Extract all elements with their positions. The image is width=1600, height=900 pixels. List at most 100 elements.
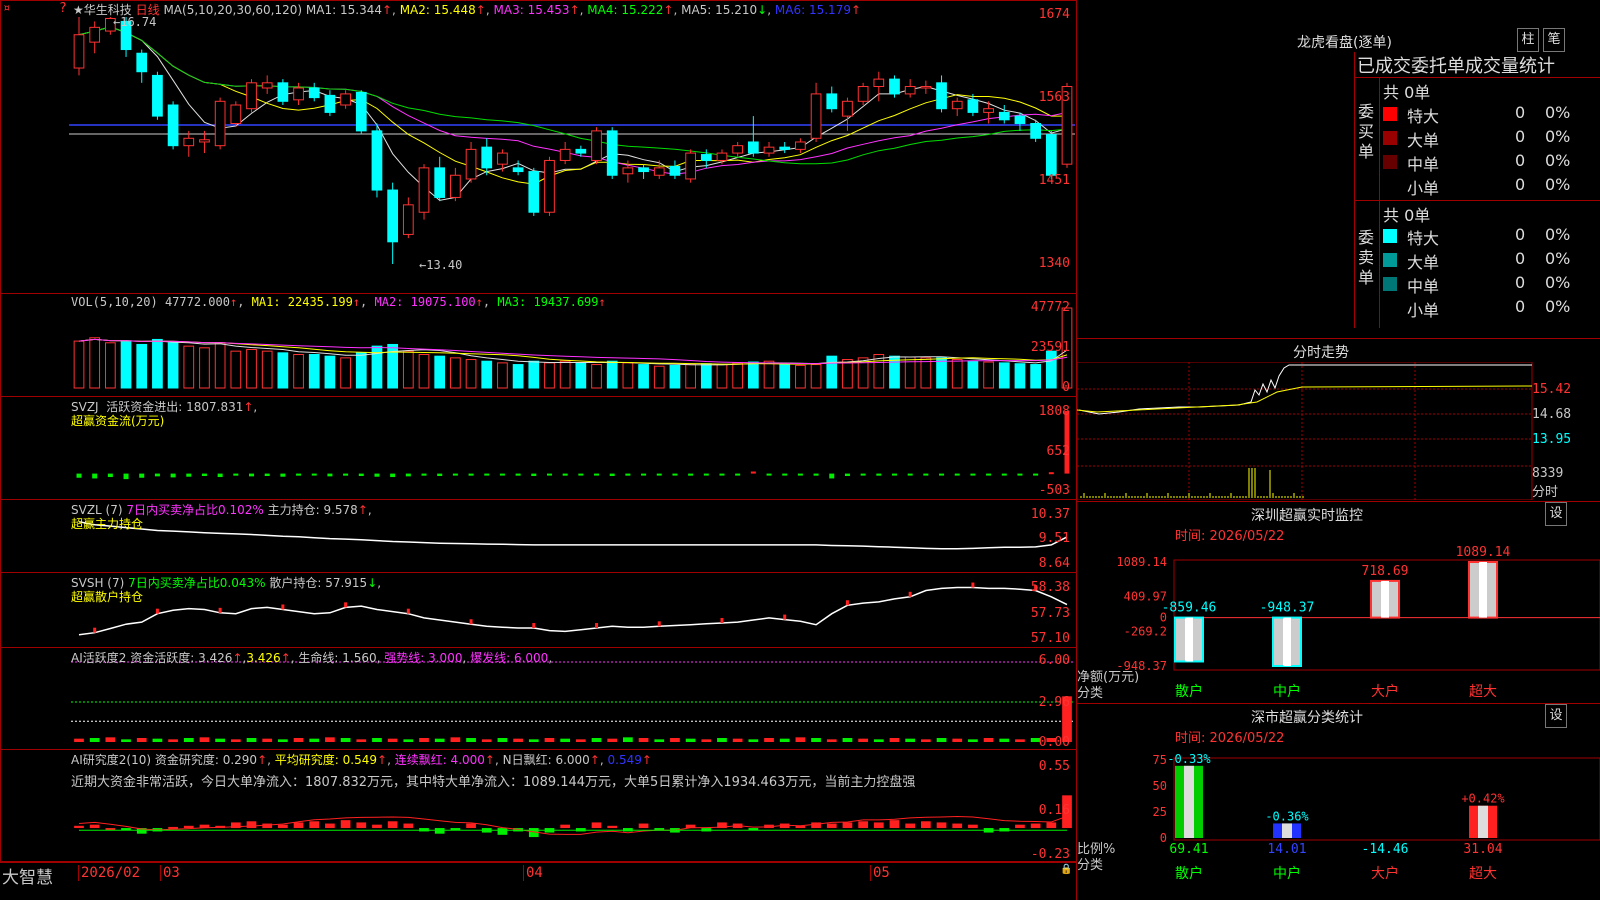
candle-body: [497, 152, 508, 165]
candle-body: [873, 78, 885, 88]
help-icon[interactable]: ?: [59, 1, 67, 16]
order-row[interactable]: 大单 0 0%: [1383, 127, 1600, 150]
svzj-bar: [844, 473, 850, 477]
candle-body: [199, 139, 210, 143]
svzl-panel[interactable]: SVZL (7) 7日内买卖净占比0.102% 主力持仓: 9.578↑, 超赢…: [0, 499, 1077, 573]
activity-bar: [670, 738, 680, 742]
candle-body: [214, 100, 226, 147]
order-percent: 0%: [1545, 273, 1571, 292]
volume-axis-label: 0: [1062, 380, 1070, 395]
activity-bar: [230, 739, 241, 742]
order-row[interactable]: 中单 0 0%: [1383, 273, 1600, 296]
ma5-arrow: ↓: [757, 3, 768, 17]
volume-bar: [810, 364, 822, 389]
candle-body: [842, 100, 853, 117]
right-panel: 龙虎看盘(逐单) 柱 笔 已成交委托单成交量统计 委买单 委卖单 共 0单 共 …: [1077, 0, 1600, 900]
monitor-settings-button[interactable]: 设: [1545, 502, 1567, 526]
research-bar: [1046, 822, 1057, 829]
stats-chart-area: 75 50 25 0 -0.33% 69.41 散户 -0.36% 14.01 中户 -14.46 大…: [1077, 742, 1600, 900]
activity-bar: [575, 739, 586, 742]
order-row[interactable]: 小单 0 0%: [1383, 297, 1600, 320]
svzj-bar: [154, 473, 160, 477]
research-bar: [419, 828, 429, 832]
candlestick-chart[interactable]: [1, 1, 1077, 294]
order-stats-tabs[interactable]: 已成交委托单成交量统计: [1357, 52, 1555, 78]
svsh-marker: [93, 627, 97, 633]
candle-body: [889, 78, 900, 95]
bar-view-button[interactable]: 柱: [1517, 28, 1539, 52]
price-panel[interactable]: ¤ ★华生科技 日线 MA(5,10,20,30,60,120) MA1: 15…: [0, 0, 1077, 294]
order-color-swatch: [1383, 229, 1397, 243]
research-bar: [497, 828, 508, 835]
svzj-bar: [672, 473, 678, 476]
volume-bar: [951, 359, 963, 389]
volume-bar: [308, 354, 320, 389]
monitor-value-label: -859.46: [1162, 601, 1217, 616]
stats-chart[interactable]: 75 50 25 0 -0.33% 69.41 散户 -0.36% 14.01 中户 -14.46 大…: [1077, 742, 1600, 900]
intraday-chart[interactable]: [1077, 362, 1600, 500]
order-percent: 0%: [1545, 225, 1571, 244]
activity-bar: [795, 737, 806, 742]
order-count: 0: [1515, 175, 1526, 194]
volume-panel[interactable]: VOL(5,10,20) 47772.000↑, MA1: 22435.199↑…: [0, 293, 1077, 397]
order-row[interactable]: 小单 0 0%: [1383, 175, 1600, 198]
svzj-bar: [766, 473, 772, 476]
ai-research-note: 近期大资金非常活跃，今日大单净流入：1807.832万元，其中特大单净流入：10…: [71, 775, 916, 790]
ai-activity-panel[interactable]: AI活跃度2 资金活跃度: 3.426↑,3.426↑, 生命线: 1.560,…: [0, 647, 1077, 750]
svzj-bar: [970, 473, 976, 476]
svzj-bar: [468, 473, 474, 476]
intraday-panel[interactable]: 15.42 14.68 13.95 8339 分时: [1077, 362, 1600, 500]
svzj-panel[interactable]: SVZJ 活跃资金进出: 1807.831↑, 超赢资金流(万元) 1808 6…: [0, 396, 1077, 500]
activity-bar: [858, 738, 868, 742]
tick-view-button[interactable]: 笔: [1543, 28, 1565, 52]
candle-body: [983, 108, 994, 113]
research-bar: [999, 828, 1010, 832]
order-row[interactable]: 中单 0 0%: [1383, 151, 1600, 174]
svsh-marker: [720, 617, 724, 623]
volume-bar: [763, 360, 775, 389]
volume-chart[interactable]: [1, 294, 1077, 397]
volume-bar: [795, 364, 806, 389]
volume-bar: [418, 354, 430, 389]
research-bar: [623, 828, 633, 832]
svzj-bar: [594, 473, 600, 476]
ma6: MA6: 15.179: [774, 3, 851, 17]
order-row[interactable]: 大单 0 0%: [1383, 249, 1600, 272]
candle-body: [951, 100, 963, 110]
candle-body: [450, 174, 461, 198]
order-row[interactable]: 特大 0 0%: [1383, 103, 1600, 126]
intraday-axis-label: 15.42: [1532, 382, 1572, 397]
lock-icon[interactable]: 🔒: [1060, 864, 1072, 875]
order-row[interactable]: 特大 0 0%: [1383, 225, 1600, 248]
activity-bar: [403, 739, 414, 742]
svsh-axis-label: 57.73: [1030, 606, 1070, 621]
candle-body: [716, 152, 728, 161]
svzj-bar: [358, 473, 364, 477]
order-count: 0: [1515, 297, 1526, 316]
monitor-chart[interactable]: 1089.14409.970-269.2-948.37-859.46散户-948…: [1077, 540, 1600, 700]
favorite-star-icon[interactable]: ★: [73, 3, 84, 17]
ai1-axis-label: 6.00: [1038, 653, 1070, 668]
volume-bar: [261, 350, 273, 389]
candle-body: [261, 82, 273, 89]
candle-body: [402, 204, 414, 235]
volume-bar: [779, 364, 791, 389]
research-bar: [968, 824, 978, 829]
volume-bar: [199, 347, 210, 389]
stats-settings-button[interactable]: 设: [1545, 704, 1567, 728]
activity-bar: [779, 738, 790, 742]
activity-bar: [105, 737, 116, 742]
svsh-axis-label: 57.10: [1030, 631, 1070, 646]
volume-bar: [528, 360, 540, 389]
price-axis-label: 1674: [1038, 7, 1070, 22]
activity-bar: [826, 739, 837, 742]
svsh-panel[interactable]: SVSH (7) 7日内买卖净占比0.043% 散户持仓: 57.915↓, 超…: [0, 572, 1077, 648]
intraday-axis-label: 13.95: [1532, 432, 1572, 447]
svzj-bar: [797, 473, 803, 476]
activity-bar: [983, 738, 994, 742]
research-bar: [105, 828, 116, 831]
research-bar: [905, 823, 916, 829]
monitor-category-label: 中户: [1273, 683, 1301, 700]
candle-body: [998, 111, 1010, 121]
ai-research-panel[interactable]: AI研究度2(10) 资金研究度: 0.290↑, 平均研究度: 0.549↑,…: [0, 749, 1077, 862]
